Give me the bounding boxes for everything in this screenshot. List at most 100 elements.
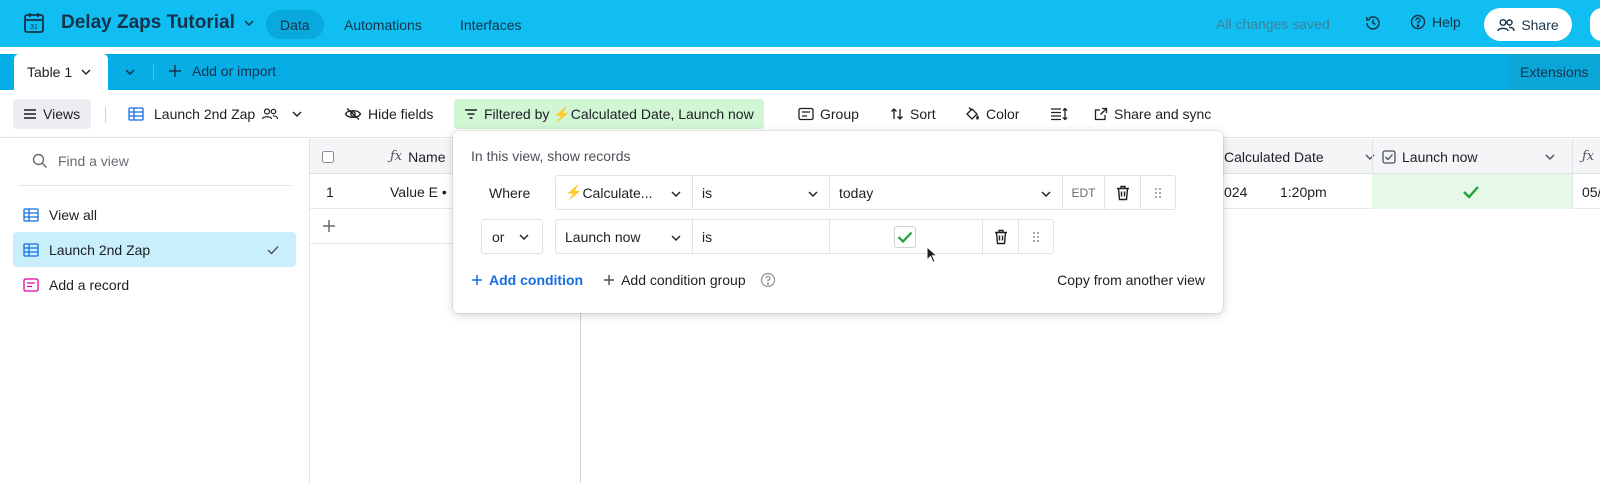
nav-automations[interactable]: Automations bbox=[330, 10, 436, 39]
form-view-icon bbox=[23, 277, 39, 292]
filter-value-checkbox[interactable] bbox=[829, 219, 983, 254]
name-cell[interactable]: Value E • bbox=[390, 174, 447, 209]
select-all-checkbox[interactable] bbox=[322, 139, 334, 174]
help-button[interactable]: Help bbox=[1410, 14, 1461, 30]
add-group-label: Add condition group bbox=[621, 272, 746, 288]
conjunction-value: or bbox=[492, 228, 505, 245]
chevron-down-icon bbox=[671, 235, 681, 241]
filter-prefix: Filtered by bbox=[484, 106, 550, 122]
sidebar-item-add-a-record[interactable]: Add a record bbox=[13, 267, 296, 302]
filter-operator-select[interactable]: is bbox=[692, 219, 830, 254]
add-import-label: Add or import bbox=[192, 63, 277, 79]
column-header-formula[interactable]: ƒx bbox=[1582, 139, 1594, 174]
launch-now-cell[interactable] bbox=[1462, 174, 1480, 209]
checkbox-icon bbox=[322, 150, 334, 163]
group-icon bbox=[798, 107, 814, 121]
row-height-icon bbox=[1051, 107, 1068, 121]
row-number: 1 bbox=[326, 183, 334, 200]
filter-operator-value: is bbox=[702, 184, 713, 201]
add-condition-group-button[interactable]: Add condition group bbox=[603, 272, 776, 288]
filter-operator-select[interactable]: is bbox=[692, 175, 830, 210]
copy-from-another-view-button[interactable]: Copy from another view bbox=[1057, 272, 1205, 288]
plus-icon bbox=[604, 275, 615, 285]
group-button[interactable]: Group bbox=[798, 99, 859, 129]
timezone-label: EDT bbox=[1062, 175, 1105, 210]
users-icon bbox=[1497, 18, 1516, 31]
help-label: Help bbox=[1432, 14, 1461, 30]
history-icon[interactable] bbox=[1364, 14, 1382, 32]
current-view-button[interactable]: Launch 2nd Zap bbox=[128, 99, 303, 129]
filter-field-select[interactable]: ⚡ Calculate... bbox=[555, 175, 693, 210]
filter-value-text: today bbox=[839, 184, 874, 201]
group-label: Group bbox=[820, 106, 859, 122]
filter-conjunction: Where bbox=[489, 184, 531, 201]
lightning-icon: ⚡ bbox=[565, 184, 583, 200]
hide-fields-button[interactable]: Hide fields bbox=[344, 99, 433, 129]
nav-interfaces[interactable]: Interfaces bbox=[446, 10, 535, 39]
share-button[interactable]: Share bbox=[1484, 8, 1572, 41]
find-view-input[interactable]: Find a view bbox=[32, 153, 129, 169]
sidebar-item-view-all[interactable]: View all bbox=[13, 197, 296, 232]
svg-text:31: 31 bbox=[30, 24, 38, 31]
sidebar-item-label: Add a record bbox=[49, 276, 130, 293]
filter-button[interactable]: Filtered by ⚡ Calculated Date, Launch no… bbox=[454, 99, 764, 129]
share-and-sync-button[interactable]: Share and sync bbox=[1094, 99, 1211, 129]
nav-data[interactable]: Data bbox=[266, 10, 324, 39]
color-button[interactable]: Color bbox=[964, 99, 1019, 129]
chevron-down-icon[interactable] bbox=[122, 64, 138, 80]
eye-off-icon bbox=[344, 108, 362, 120]
check-icon bbox=[267, 246, 279, 255]
avatar[interactable] bbox=[1590, 8, 1600, 41]
sort-button[interactable]: Sort bbox=[890, 99, 936, 129]
divider bbox=[105, 107, 106, 123]
filter-value-select[interactable]: today bbox=[829, 175, 1063, 210]
trash-icon bbox=[1116, 185, 1129, 200]
base-title-text: Delay Zaps Tutorial bbox=[61, 12, 235, 33]
search-icon bbox=[32, 153, 47, 168]
plus-icon bbox=[169, 65, 181, 77]
tab-table-1[interactable]: Table 1 bbox=[14, 54, 108, 90]
table-tab-bar: Table 1 Add or import Extensions bbox=[0, 54, 1600, 90]
extensions-button[interactable]: Extensions bbox=[1508, 54, 1600, 90]
plus-icon bbox=[323, 220, 335, 232]
tab-label: Table 1 bbox=[27, 64, 73, 80]
drag-dots-icon bbox=[1033, 231, 1039, 242]
menu-icon bbox=[24, 109, 36, 119]
hide-fields-label: Hide fields bbox=[368, 106, 434, 122]
filter-conjunction-select[interactable]: or bbox=[481, 219, 543, 254]
sidebar-item-launch-2nd-zap[interactable]: Launch 2nd Zap bbox=[13, 232, 296, 267]
top-bar: 31 Delay Zaps Tutorial Data Automations … bbox=[0, 0, 1600, 47]
calendar-icon[interactable]: 31 bbox=[22, 11, 46, 35]
paint-bucket-icon bbox=[966, 107, 979, 120]
column-header-launch-now[interactable]: Launch now bbox=[1382, 139, 1556, 174]
drag-handle[interactable] bbox=[1140, 175, 1176, 210]
views-button[interactable]: Views bbox=[13, 99, 91, 129]
share-label: Share bbox=[1521, 16, 1559, 33]
delete-condition-button[interactable] bbox=[1104, 175, 1141, 210]
add-condition-button[interactable]: Add condition bbox=[471, 272, 583, 288]
collaborative-view-icon bbox=[262, 108, 279, 120]
calculated-time-cell[interactable]: 1:20pm bbox=[1280, 174, 1327, 209]
check-icon bbox=[897, 231, 913, 243]
grid-view-icon bbox=[23, 242, 39, 257]
help-icon[interactable] bbox=[760, 272, 776, 288]
drag-handle[interactable] bbox=[1018, 219, 1054, 254]
views-sidebar: Find a view View all Launch 2nd Zap Add … bbox=[0, 139, 310, 483]
column-name-label: Calculated Date bbox=[1224, 148, 1324, 165]
filter-popover-title: In this view, show records bbox=[471, 148, 631, 164]
external-link-icon bbox=[1094, 107, 1108, 121]
base-title[interactable]: Delay Zaps Tutorial bbox=[61, 12, 255, 34]
delete-condition-button[interactable] bbox=[982, 219, 1019, 254]
formula-cell[interactable]: 05/ bbox=[1582, 174, 1600, 209]
add-or-import-button[interactable]: Add or import bbox=[168, 63, 276, 79]
help-icon bbox=[1410, 14, 1426, 30]
checkbox-checked[interactable] bbox=[894, 226, 916, 248]
calculated-date-cell[interactable]: 024 bbox=[1224, 174, 1247, 209]
column-header-name[interactable]: ƒx Name bbox=[390, 139, 446, 174]
row-height-button[interactable] bbox=[1050, 99, 1068, 129]
filter-field-select[interactable]: Launch now bbox=[555, 219, 693, 254]
filter-field-value: Calculate... bbox=[582, 184, 653, 201]
column-header-calculated-date[interactable]: Calculated Date bbox=[1224, 139, 1376, 174]
filter-popover: In this view, show records Where ⚡ Calcu… bbox=[453, 131, 1223, 313]
chevron-down-icon[interactable] bbox=[80, 66, 92, 78]
